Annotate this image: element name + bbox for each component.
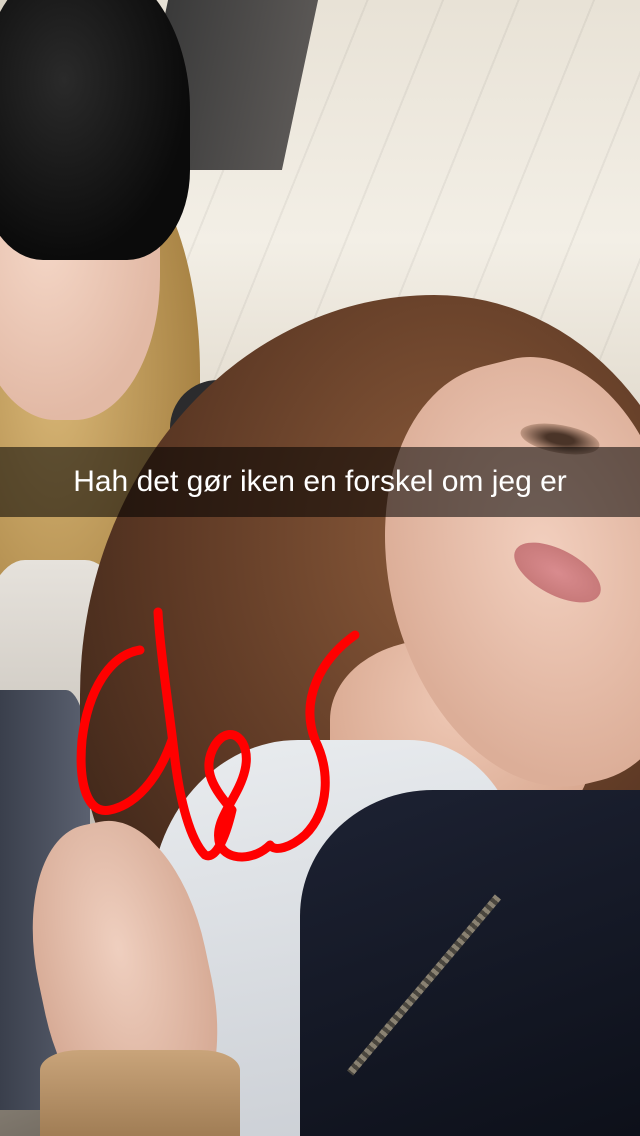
black-beanie xyxy=(0,0,190,260)
selfie-photo: Hah det gør iken en forskel om jeg er xyxy=(0,0,640,1136)
caption-text: Hah det gør iken en forskel om jeg er xyxy=(73,465,567,498)
paper-bag xyxy=(40,1050,240,1136)
caption-bar[interactable]: Hah det gør iken en forskel om jeg er xyxy=(0,447,640,517)
navy-hoodie xyxy=(300,790,640,1136)
